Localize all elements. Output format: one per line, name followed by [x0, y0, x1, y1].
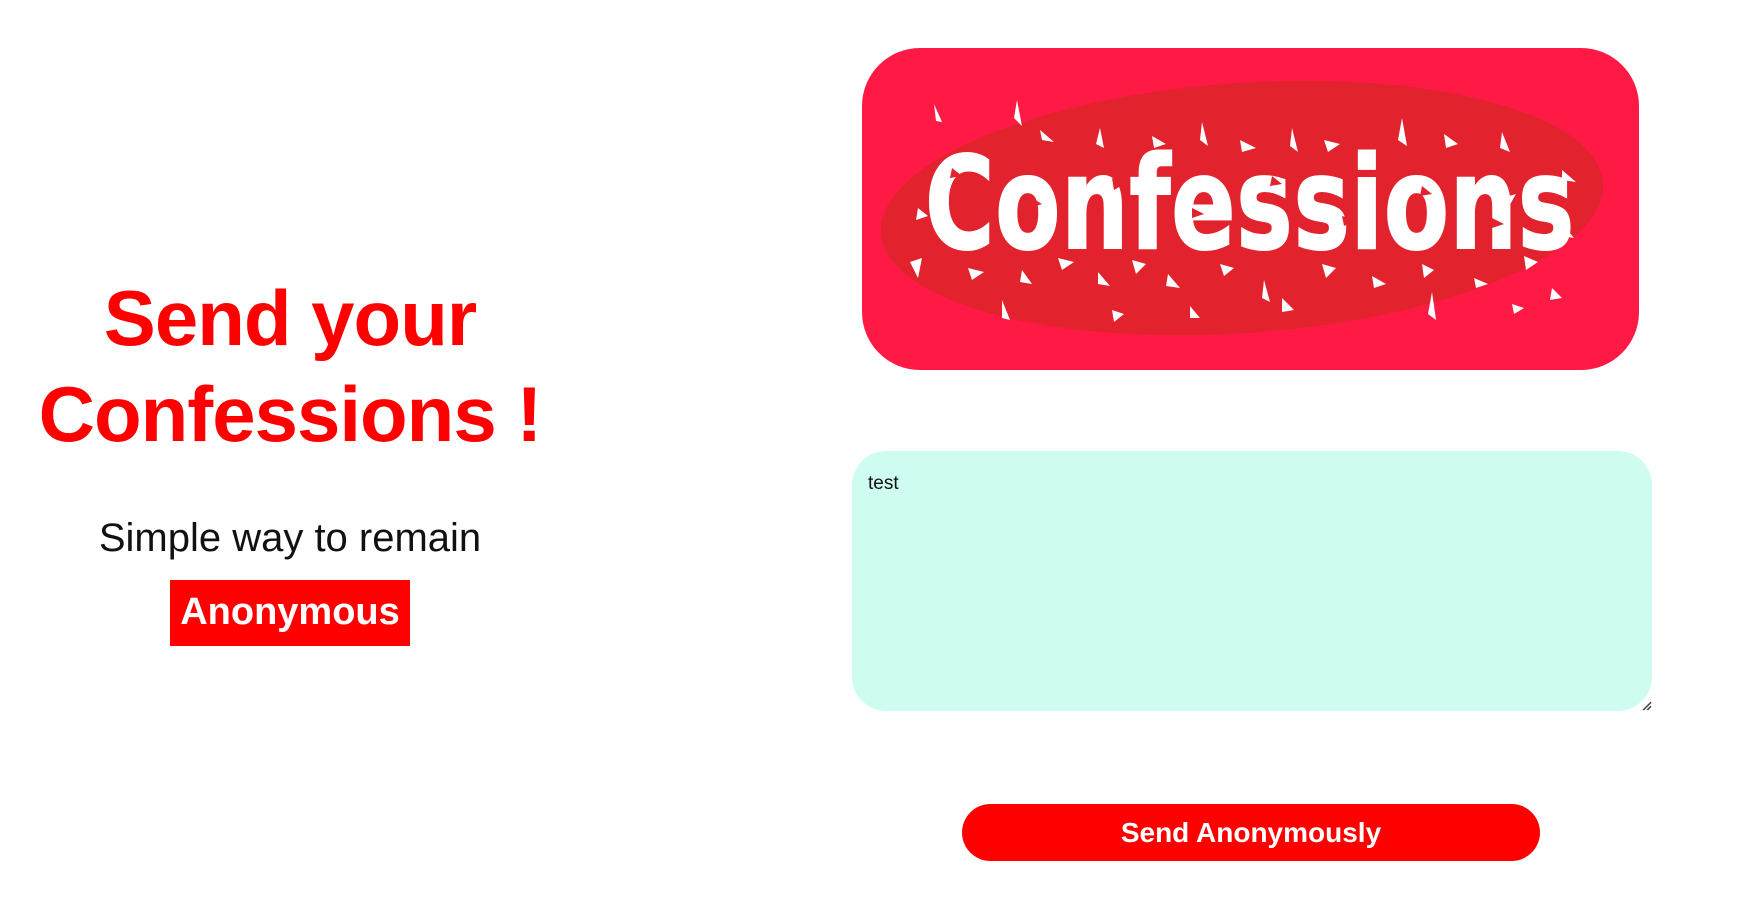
resize-grip-icon[interactable] — [1640, 699, 1652, 711]
confession-page: Send your Confessions ! Simple way to re… — [0, 0, 1750, 915]
hero-subtitle: Simple way to remain — [98, 516, 482, 560]
page-title-line-2: Confessions ! — [38, 370, 543, 458]
logo-text: Confessions — [925, 130, 1575, 279]
hero-section: Send your Confessions ! Simple way to re… — [0, 270, 580, 646]
page-title: Send your Confessions ! — [0, 270, 580, 462]
send-anonymously-button[interactable]: Send Anonymously — [962, 804, 1540, 861]
anonymous-badge: Anonymous — [170, 580, 410, 646]
confessions-logo-icon: Confessions — [862, 48, 1639, 370]
page-title-line-1: Send your — [103, 274, 477, 362]
confessions-logo-graphic: Confessions — [880, 80, 1604, 336]
confession-message-input[interactable]: test — [852, 451, 1652, 711]
